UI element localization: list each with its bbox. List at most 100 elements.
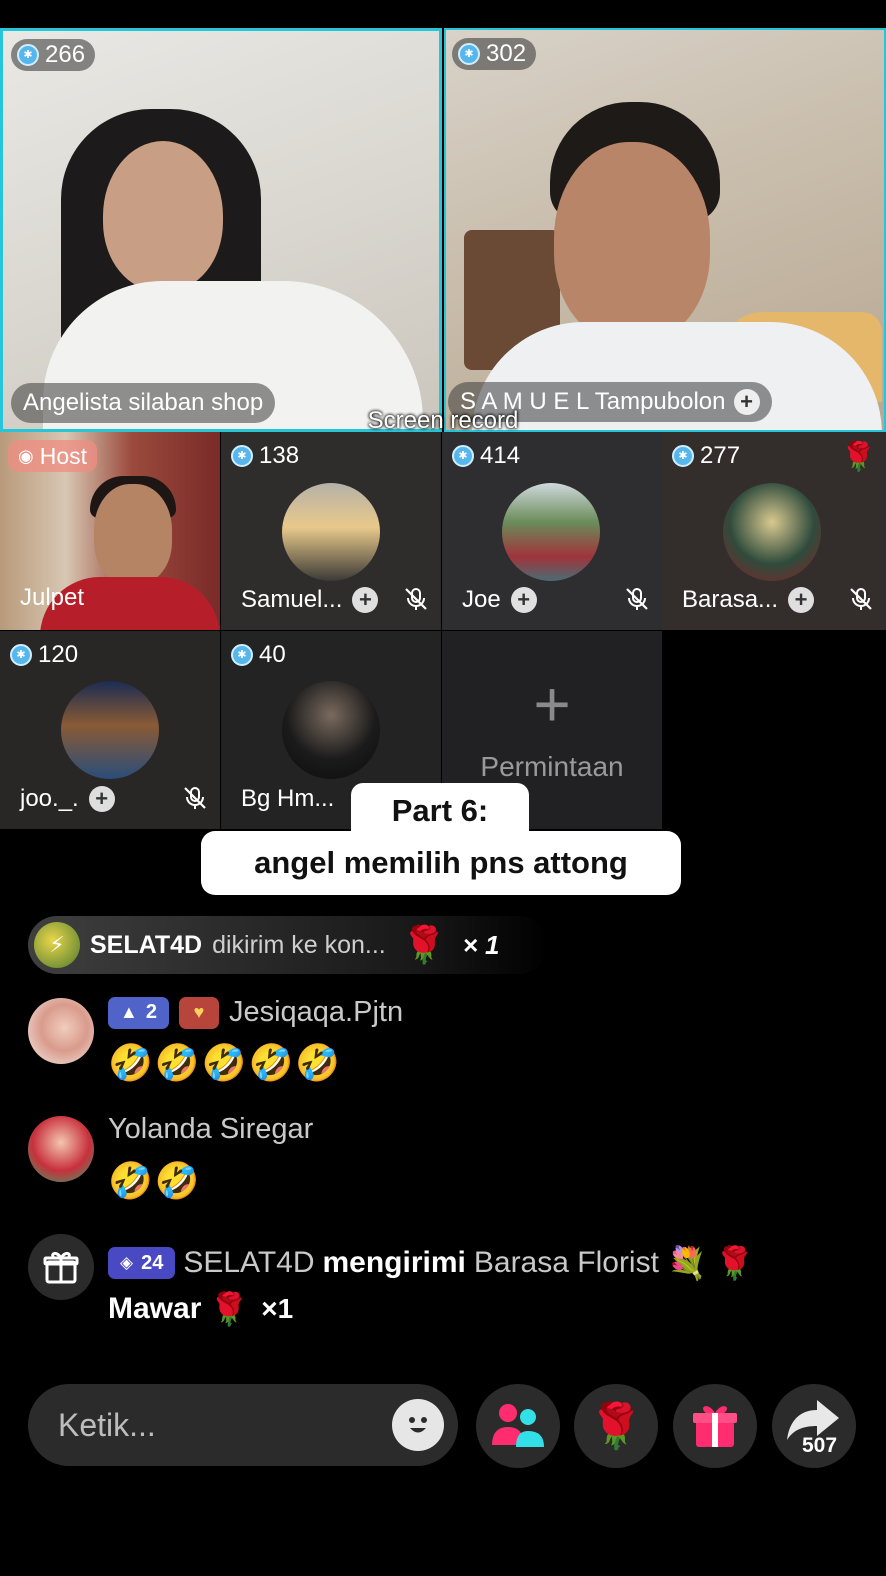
guest-avatar [502, 483, 600, 581]
guest-name: joo._. [20, 785, 79, 812]
guest-avatar [282, 681, 380, 779]
rose-gift-icon: 🌹 [841, 441, 876, 472]
level-value: 2 [145, 1001, 157, 1023]
coin-icon: ✱ [17, 44, 39, 66]
level-arrow-icon: ▲ [120, 1002, 138, 1022]
score-value: 277 [700, 442, 741, 469]
guest-tile-samuel[interactable]: ✱ 302 S A M U E L Tampubolon + [444, 28, 886, 432]
follow-plus-icon[interactable]: + [88, 786, 115, 812]
share-button[interactable]: 507 [772, 1384, 856, 1468]
rose-gift-icon: 🌹 [209, 1291, 250, 1327]
level-value: 24 [141, 1251, 164, 1274]
guest-face [554, 142, 710, 342]
level-badge: ▲ 2 [108, 996, 169, 1029]
request-label: Permintaan [480, 751, 624, 782]
gift-event-line1: ◈ 24 SELAT4D mengirimi Barasa Florist 💐 … [108, 1244, 755, 1282]
gift-box-icon [693, 1406, 737, 1447]
gift-recipient[interactable]: Barasa Florist [474, 1246, 659, 1280]
guest-name-row: joo._. + [20, 785, 115, 813]
bouquet-icon: 💐 [666, 1245, 707, 1281]
fan-heart-badge: ♥ [178, 996, 219, 1029]
gift-banner[interactable]: ⚡ SELAT4D dikirim ke kon... 🌹 × 1 [28, 916, 548, 974]
guest-name: Joe [462, 586, 501, 613]
chat-avatar[interactable] [28, 998, 94, 1064]
level-badge: ◈ 24 [108, 1247, 176, 1279]
guest-tile-samuel-small[interactable]: ✱ 138 Samuel... + [221, 432, 441, 630]
guest-tile-barasa[interactable]: ✱ 277 🌹 Barasa... + [662, 432, 886, 630]
gift-event-line2: Mawar 🌹 ×1 [108, 1290, 293, 1328]
smiley-face-icon [409, 1417, 427, 1433]
score-value: 120 [38, 641, 79, 668]
chat-message: 🤣🤣 [108, 1160, 202, 1201]
guest-avatar [723, 483, 821, 581]
guest-name-row: Bg Hm... [241, 785, 334, 813]
coin-icon: ✱ [458, 43, 480, 65]
chat-username[interactable]: Yolanda Siregar [108, 1113, 313, 1146]
host-badge-label: Host [39, 442, 88, 469]
gift-box-icon [43, 1251, 79, 1284]
mic-off-icon [184, 787, 206, 809]
guest-name-row: Samuel... + [241, 586, 379, 614]
coin-icon: ✱ [672, 445, 694, 467]
guest-tile-angelista[interactable]: ✱ 266 Angelista silaban shop [0, 28, 442, 432]
score-value: 414 [480, 442, 521, 469]
guest-name-row: Joe + [462, 586, 537, 614]
rose-icon: 🌹 [714, 1245, 755, 1281]
comment-placeholder: Ketik... [58, 1406, 156, 1443]
coin-icon: ✱ [231, 445, 253, 467]
gift-score-badge: ✱ 40 [231, 641, 286, 669]
coin-icon: ✱ [452, 445, 474, 467]
rose-gift-icon: 🌹 [401, 924, 447, 965]
gift-verb: mengirimi [322, 1246, 466, 1279]
guests-button[interactable] [476, 1384, 560, 1468]
gift-name: Mawar [108, 1292, 202, 1325]
score-value: 138 [259, 442, 300, 469]
follow-plus-icon[interactable]: + [352, 587, 379, 613]
guest-tile-joo[interactable]: ✱ 120 joo._. + [0, 631, 220, 829]
rose-icon: 🌹 [588, 1402, 644, 1451]
guest-avatar [282, 483, 380, 581]
guest-avatar [61, 681, 159, 779]
follow-plus-icon[interactable]: + [788, 587, 815, 613]
emoji-icon[interactable] [392, 1399, 444, 1451]
rose-gift-button[interactable]: 🌹 [574, 1384, 658, 1468]
guest-tile-joe[interactable]: ✱ 414 Joe + [442, 432, 662, 630]
gift-count: ×1 [261, 1293, 294, 1324]
coin-icon: ✱ [10, 644, 32, 666]
follow-plus-icon[interactable]: + [510, 587, 537, 613]
chat-avatar[interactable] [28, 1116, 94, 1182]
host-name-label: Julpet [20, 584, 84, 612]
coin-icon: ✱ [231, 644, 253, 666]
guest-name: Bg Hm... [241, 785, 335, 812]
add-request-plus-icon: + [533, 668, 571, 740]
gift-button[interactable] [673, 1384, 757, 1468]
banner-text: dikirim ke kon... [212, 930, 386, 959]
chat-header-row: ▲ 2 ♥ Jesiqaqa.Pjtn [108, 996, 403, 1029]
chat-username[interactable]: Jesiqaqa.Pjtn [229, 996, 403, 1029]
banner-user: SELAT4D [90, 930, 203, 959]
gift-score-badge: ✱ 120 [10, 641, 78, 669]
gift-score-badge: ✱ 277 [672, 442, 740, 470]
share-count: 507 [802, 1434, 838, 1457]
screen-record-label: Screen record [367, 407, 519, 434]
diamond-icon: ◈ [120, 1253, 134, 1272]
people-icon [492, 1404, 544, 1447]
mic-off-icon [850, 588, 872, 610]
host-face [94, 484, 172, 584]
banner-count: × 1 [462, 929, 500, 960]
mic-off-icon [626, 588, 648, 610]
host-badge: ◉ Host [8, 440, 98, 472]
comment-input[interactable]: Ketik... [28, 1384, 458, 1466]
guest-name: Samuel... [241, 586, 343, 613]
gift-event-icon [28, 1234, 94, 1300]
host-tile[interactable]: ◉ Host Julpet [0, 432, 220, 630]
chat-message: 🤣🤣🤣🤣🤣 [108, 1042, 343, 1083]
host-name: Julpet [20, 584, 85, 611]
guest-face [103, 141, 223, 291]
gift-sender[interactable]: SELAT4D [183, 1246, 314, 1280]
banner-avatar: ⚡ [34, 922, 80, 968]
mic-off-icon [405, 588, 427, 610]
guest-name: Barasa... [682, 586, 779, 613]
guest-name-row: Barasa... + [682, 586, 815, 614]
gift-score-badge: ✱ 302 [452, 38, 537, 70]
